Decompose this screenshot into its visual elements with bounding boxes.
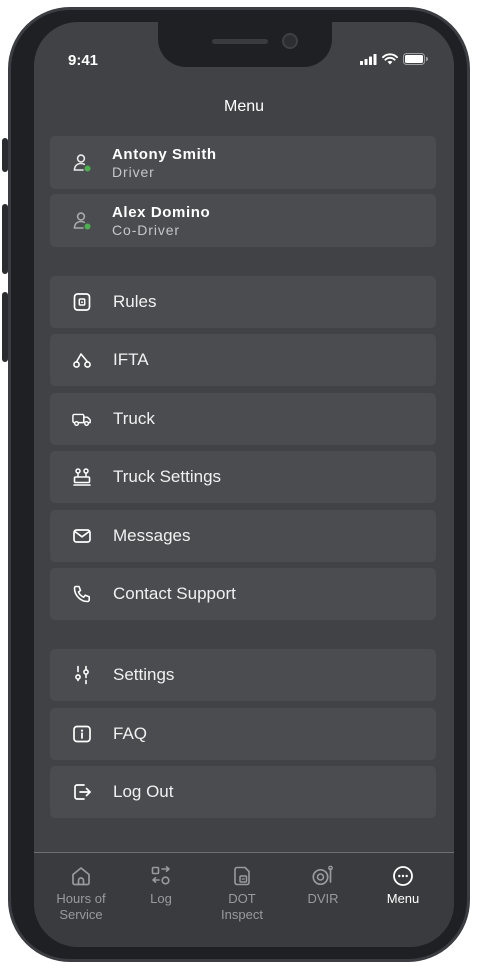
notch bbox=[158, 22, 332, 67]
driver-name: Antony Smith bbox=[112, 145, 217, 163]
menu-item-messages[interactable]: Messages bbox=[50, 510, 436, 562]
more-icon bbox=[366, 863, 440, 889]
battery-icon bbox=[403, 53, 428, 65]
truck-settings-icon bbox=[72, 467, 92, 487]
menu-item-label: FAQ bbox=[113, 724, 148, 743]
menu-item-label: IFTA bbox=[113, 350, 149, 369]
menu-item-label: Messages bbox=[113, 526, 191, 545]
tab-label-line2: Service bbox=[59, 907, 103, 922]
menu-item-label: Log Out bbox=[113, 782, 174, 801]
tab-label-line1: Log bbox=[150, 891, 172, 906]
co-driver-role: Co-Driver bbox=[112, 221, 180, 238]
menu-item-label: Settings bbox=[113, 665, 175, 684]
menu-item-rules[interactable]: Rules bbox=[50, 276, 436, 328]
ifta-icon bbox=[72, 350, 92, 370]
tab-label-line2: Inspect bbox=[221, 907, 263, 922]
page-title: Menu bbox=[223, 98, 265, 115]
cellular-signal-icon bbox=[360, 53, 377, 65]
tab-hours-of-service[interactable]: Hours of Service bbox=[44, 863, 118, 923]
volume-down-button bbox=[2, 292, 8, 362]
screen: 9:41 Menu Antony Smith Driver Alex Domin… bbox=[34, 22, 454, 947]
tab-dot-inspect[interactable]: DOT Inspect bbox=[205, 863, 279, 923]
menu-item-contact-support[interactable]: Contact Support bbox=[50, 568, 436, 620]
user-active-icon bbox=[72, 211, 92, 231]
co-driver-name: Alex Domino bbox=[112, 203, 211, 221]
menu-item-settings[interactable]: Settings bbox=[50, 649, 436, 701]
info-icon bbox=[72, 724, 92, 744]
driver-card[interactable]: Antony Smith Driver bbox=[50, 136, 436, 189]
menu-item-label: Rules bbox=[113, 292, 157, 311]
tab-label-line1: Menu bbox=[386, 891, 420, 906]
dvir-icon bbox=[286, 863, 360, 889]
speaker bbox=[212, 39, 268, 44]
mute-switch bbox=[2, 138, 8, 172]
tab-label-line1: DOT bbox=[228, 891, 256, 906]
home-icon bbox=[44, 863, 118, 889]
tab-log[interactable]: Log bbox=[124, 863, 198, 907]
menu-item-label: Contact Support bbox=[113, 584, 236, 603]
menu-item-truck[interactable]: Truck bbox=[50, 393, 436, 445]
volume-up-button bbox=[2, 204, 8, 274]
menu-item-label: Truck Settings bbox=[113, 467, 222, 486]
menu-item-faq[interactable]: FAQ bbox=[50, 708, 436, 760]
tab-menu[interactable]: Menu bbox=[366, 863, 440, 907]
logout-icon bbox=[72, 782, 92, 802]
status-time: 9:41 bbox=[68, 52, 99, 69]
user-active-icon bbox=[72, 153, 92, 173]
menu-item-log-out[interactable]: Log Out bbox=[50, 766, 436, 818]
status-icons bbox=[360, 53, 428, 65]
sliders-icon bbox=[72, 665, 92, 685]
phone-icon bbox=[72, 584, 92, 604]
log-icon bbox=[124, 863, 198, 889]
menu-item-label: Truck bbox=[113, 409, 155, 428]
bottom-tab-bar: Hours of Service Log DOT Inspect DVIR Me… bbox=[34, 852, 454, 947]
tab-label-line1: Hours of bbox=[56, 891, 106, 906]
dot-inspect-icon bbox=[205, 863, 279, 889]
menu-item-truck-settings[interactable]: Truck Settings bbox=[50, 451, 436, 503]
truck-icon bbox=[72, 409, 92, 429]
driver-role: Driver bbox=[112, 163, 155, 180]
mail-icon bbox=[72, 526, 92, 546]
camera bbox=[282, 33, 298, 49]
tab-dvir[interactable]: DVIR bbox=[286, 863, 360, 907]
co-driver-card[interactable]: Alex Domino Co-Driver bbox=[50, 194, 436, 247]
menu-item-ifta[interactable]: IFTA bbox=[50, 334, 436, 386]
tab-label-line1: DVIR bbox=[307, 891, 339, 906]
rules-icon bbox=[72, 292, 92, 312]
wifi-icon bbox=[382, 53, 398, 65]
